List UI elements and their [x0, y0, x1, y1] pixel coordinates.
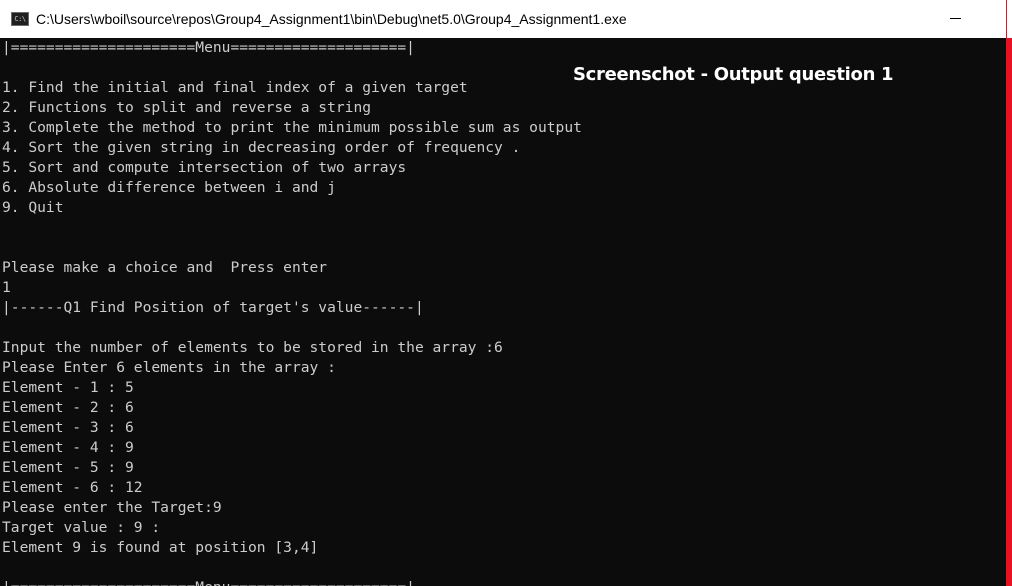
count-prompt: Input the number of elements to be store… — [2, 339, 503, 356]
title-bar[interactable]: C:\ C:\Users\wboil\source\repos\Group4_A… — [0, 0, 1012, 38]
close-button-edge[interactable] — [1006, 0, 1012, 38]
menu-item-quit: 9. Quit — [2, 199, 64, 216]
element-line-6: Element - 6 : 12 — [2, 479, 143, 496]
element-line-1: Element - 1 : 5 — [2, 379, 134, 396]
element-line-2: Element - 2 : 6 — [2, 399, 134, 416]
elements-prompt: Please Enter 6 elements in the array : — [2, 359, 336, 376]
element-line-3: Element - 3 : 6 — [2, 419, 134, 436]
minimize-icon[interactable] — [930, 0, 980, 38]
result-line: Element 9 is found at position [3,4] — [2, 539, 319, 556]
console-output-area[interactable]: |=====================Menu==============… — [0, 38, 1006, 586]
choice-prompt: Please make a choice and Press enter — [2, 259, 328, 276]
q1-header: |------Q1 Find Position of target's valu… — [2, 299, 424, 316]
menu-header-repeat: |=====================Menu==============… — [2, 578, 415, 586]
window-edge-accent — [1006, 0, 1012, 586]
menu-header: |=====================Menu==============… — [2, 39, 415, 56]
choice-input: 1 — [2, 279, 11, 296]
menu-item-5: 5. Sort and compute intersection of two … — [2, 159, 407, 176]
menu-item-4: 4. Sort the given string in decreasing o… — [2, 139, 521, 156]
menu-item-3: 3. Complete the method to print the mini… — [2, 119, 582, 136]
screenshot-caption: Screenschot - Output question 1 — [573, 64, 894, 85]
window-title: C:\Users\wboil\source\repos\Group4_Assig… — [36, 11, 627, 27]
menu-item-1: 1. Find the initial and final index of a… — [2, 79, 468, 96]
element-line-5: Element - 5 : 9 — [2, 459, 134, 476]
menu-item-6: 6. Absolute difference between i and j — [2, 179, 336, 196]
console-window: C:\ C:\Users\wboil\source\repos\Group4_A… — [0, 0, 1012, 586]
target-prompt: Please enter the Target:9 — [2, 499, 222, 516]
menu-item-2: 2. Functions to split and reverse a stri… — [2, 99, 372, 116]
target-value-line: Target value : 9 : — [2, 519, 161, 536]
console-app-icon: C:\ — [11, 12, 29, 26]
element-line-4: Element - 4 : 9 — [2, 439, 134, 456]
